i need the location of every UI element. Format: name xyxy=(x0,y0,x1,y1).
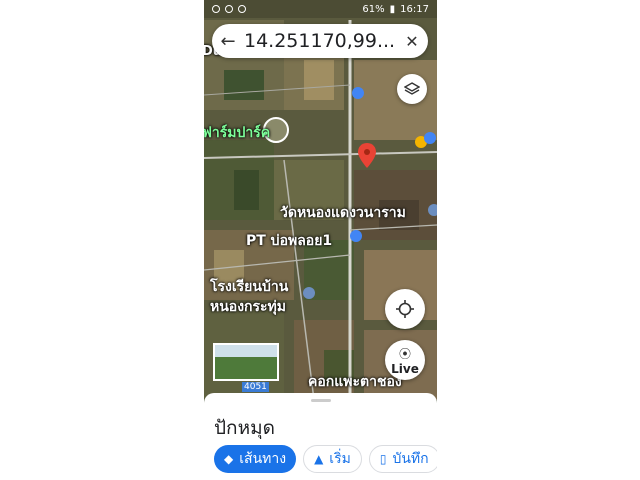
phone-screen: 61% ▮ 16:17 ← 14.251170,99.... ✕ Duck No… xyxy=(204,0,437,480)
map-label-khok[interactable]: คอกแพะตาชอง xyxy=(308,371,402,393)
notification-icon xyxy=(225,5,233,13)
start-label: เริ่ม xyxy=(329,451,351,467)
street-view-thumbnail[interactable] xyxy=(213,343,279,381)
start-button[interactable]: ▲ เริ่ม xyxy=(303,445,362,473)
save-button[interactable]: ▯ บันทึก xyxy=(368,445,437,473)
layers-icon xyxy=(404,82,420,95)
map-label-temple[interactable]: วัดหนองแดงวนาราม xyxy=(280,202,406,224)
directions-icon: ◆ xyxy=(224,452,234,466)
map-label-school-line1[interactable]: โรงเรียนบ้าน xyxy=(210,276,288,298)
directions-button[interactable]: ◆ เส้นทาง xyxy=(214,445,297,473)
status-left-icons xyxy=(212,5,246,13)
directions-label: เส้นทาง xyxy=(239,451,287,467)
battery-icon: ▮ xyxy=(389,3,396,15)
map-label-pt[interactable]: PT บ่อพลอย1 xyxy=(246,230,332,252)
live-view-icon: ⦿ xyxy=(398,346,411,361)
shop-poi-icon[interactable] xyxy=(424,132,436,144)
search-query[interactable]: 14.251170,99.... xyxy=(244,30,396,52)
gas-station-poi-icon[interactable] xyxy=(350,230,362,242)
live-view-label: Live xyxy=(391,361,419,376)
status-bar: 61% ▮ 16:17 xyxy=(204,0,437,18)
save-label: บันทึก xyxy=(392,451,429,467)
layers-button[interactable] xyxy=(397,74,427,104)
action-chips: ◆ เส้นทาง ▲ เริ่ม ▯ บันทึก xyxy=(214,445,437,473)
road-number-badge: 4051 xyxy=(242,382,269,392)
place-title: ปักหมุด xyxy=(214,417,275,439)
navigation-arrow-icon: ▲ xyxy=(314,452,324,466)
school-poi-icon[interactable] xyxy=(303,287,315,299)
map-label-school-line2[interactable]: หนองกระทุ่ม xyxy=(210,296,286,318)
clock: 16:17 xyxy=(400,3,429,15)
bookmark-icon: ▯ xyxy=(379,452,387,466)
notification-icon xyxy=(212,5,220,13)
arrow-left-icon[interactable]: ← xyxy=(212,31,244,52)
close-icon[interactable]: ✕ xyxy=(396,32,428,51)
hotel-poi-icon[interactable] xyxy=(352,87,364,99)
sheet-drag-handle[interactable] xyxy=(311,399,331,402)
notification-icon xyxy=(238,5,246,13)
status-right: 61% ▮ 16:17 xyxy=(362,4,429,15)
battery-percent: 61% xyxy=(362,3,385,15)
map-label-farm[interactable]: ฟาร์มปาร์ค xyxy=(204,122,270,144)
crosshair-icon xyxy=(396,300,414,318)
my-location-button[interactable] xyxy=(385,289,425,329)
live-view-button[interactable]: ⦿ Live xyxy=(385,340,425,380)
search-bar[interactable]: ← 14.251170,99.... ✕ xyxy=(212,24,428,58)
place-sheet[interactable]: ปักหมุด ◆ เส้นทาง ▲ เริ่ม ▯ บันทึก xyxy=(204,393,437,480)
